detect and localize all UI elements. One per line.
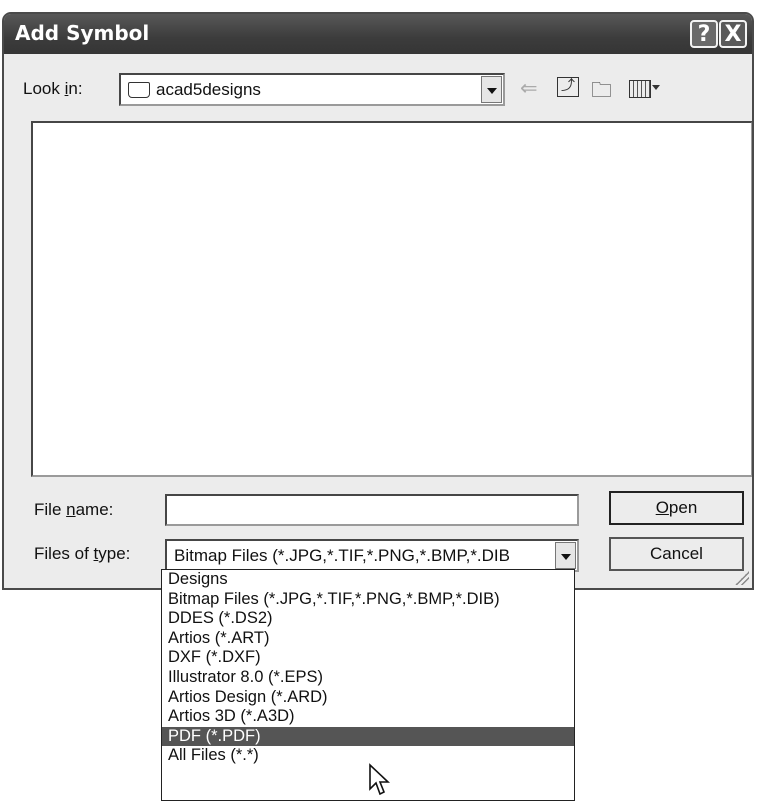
add-symbol-dialog: Add Symbol ? X Look in: acad5designs ⇐ ⤴… — [2, 12, 754, 590]
chevron-down-icon[interactable] — [555, 542, 576, 569]
file-name-label: File name: — [34, 500, 114, 519]
dropdown-item[interactable]: Illustrator 8.0 (*.EPS) — [162, 668, 574, 688]
file-name-input[interactable] — [165, 494, 579, 526]
view-menu-arrow-icon[interactable] — [652, 85, 660, 90]
cancel-button[interactable]: Cancel — [609, 537, 744, 571]
file-list-pane[interactable] — [31, 121, 752, 477]
look-in-label: Look in: — [23, 79, 83, 98]
view-menu-icon[interactable] — [629, 80, 651, 98]
chevron-down-icon[interactable] — [481, 76, 502, 103]
dropdown-item-selected[interactable]: PDF (*.PDF) — [162, 726, 574, 747]
folder-icon — [128, 82, 150, 98]
open-button[interactable]: Open — [609, 491, 744, 525]
files-of-type-dropdown[interactable]: Bitmap Files (*.JPG,*.TIF,*.PNG,*.BMP,*.… — [165, 539, 579, 572]
mouse-cursor-icon — [369, 763, 391, 796]
files-of-type-label: Files of type: — [34, 544, 131, 563]
help-button[interactable]: ? — [690, 20, 718, 48]
back-icon[interactable]: ⇐ — [520, 76, 538, 100]
dropdown-item[interactable]: Artios 3D (*.A3D) — [162, 707, 574, 727]
dropdown-item[interactable]: Artios Design (*.ARD) — [162, 688, 574, 708]
close-button[interactable]: X — [719, 20, 747, 48]
dialog-title: Add Symbol — [15, 21, 150, 45]
dropdown-item[interactable]: Artios (*.ART) — [162, 629, 574, 649]
new-folder-icon[interactable]: 🗀 — [591, 76, 612, 111]
look-in-dropdown[interactable]: acad5designs — [119, 73, 505, 106]
look-in-value: acad5designs — [156, 80, 261, 99]
dropdown-item[interactable]: DDES (*.DS2) — [162, 609, 574, 629]
dropdown-item[interactable]: Designs — [162, 570, 574, 590]
up-one-level-icon[interactable]: ⤴ — [557, 77, 579, 97]
title-bar[interactable]: Add Symbol ? X — [4, 14, 752, 54]
dropdown-item[interactable]: DXF (*.DXF) — [162, 648, 574, 668]
dropdown-item[interactable]: Bitmap Files (*.JPG,*.TIF,*.PNG,*.BMP,*.… — [162, 590, 574, 610]
resize-grip-icon[interactable] — [735, 571, 749, 585]
files-of-type-value: Bitmap Files (*.JPG,*.TIF,*.PNG,*.BMP,*.… — [174, 546, 510, 565]
